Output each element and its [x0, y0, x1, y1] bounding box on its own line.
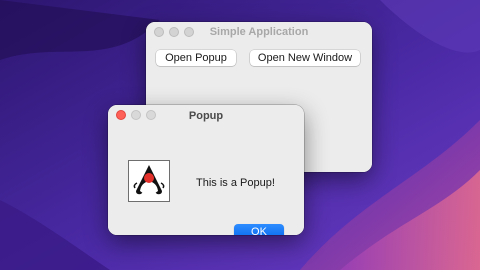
window-title: Simple Application — [209, 26, 309, 38]
main-window-titlebar[interactable]: Simple Application — [146, 22, 372, 42]
popup-content: This is a Popup! OK — [108, 126, 304, 235]
popup-window-controls — [116, 110, 156, 120]
zoom-icon[interactable] — [146, 110, 156, 120]
minimize-icon[interactable] — [131, 110, 141, 120]
window-controls — [154, 27, 194, 37]
popup-titlebar[interactable]: Popup — [108, 105, 304, 126]
popup-dialog: Popup This is a Popup! OK — [108, 105, 304, 235]
java-duke-icon — [128, 160, 170, 202]
close-icon[interactable] — [116, 110, 126, 120]
ok-button[interactable]: OK — [234, 224, 284, 235]
open-popup-button[interactable]: Open Popup — [156, 50, 236, 66]
popup-title: Popup — [188, 109, 224, 122]
open-new-window-button[interactable]: Open New Window — [250, 50, 360, 66]
popup-message: This is a Popup! — [196, 177, 275, 189]
close-icon[interactable] — [154, 27, 164, 37]
zoom-icon[interactable] — [184, 27, 194, 37]
minimize-icon[interactable] — [169, 27, 179, 37]
